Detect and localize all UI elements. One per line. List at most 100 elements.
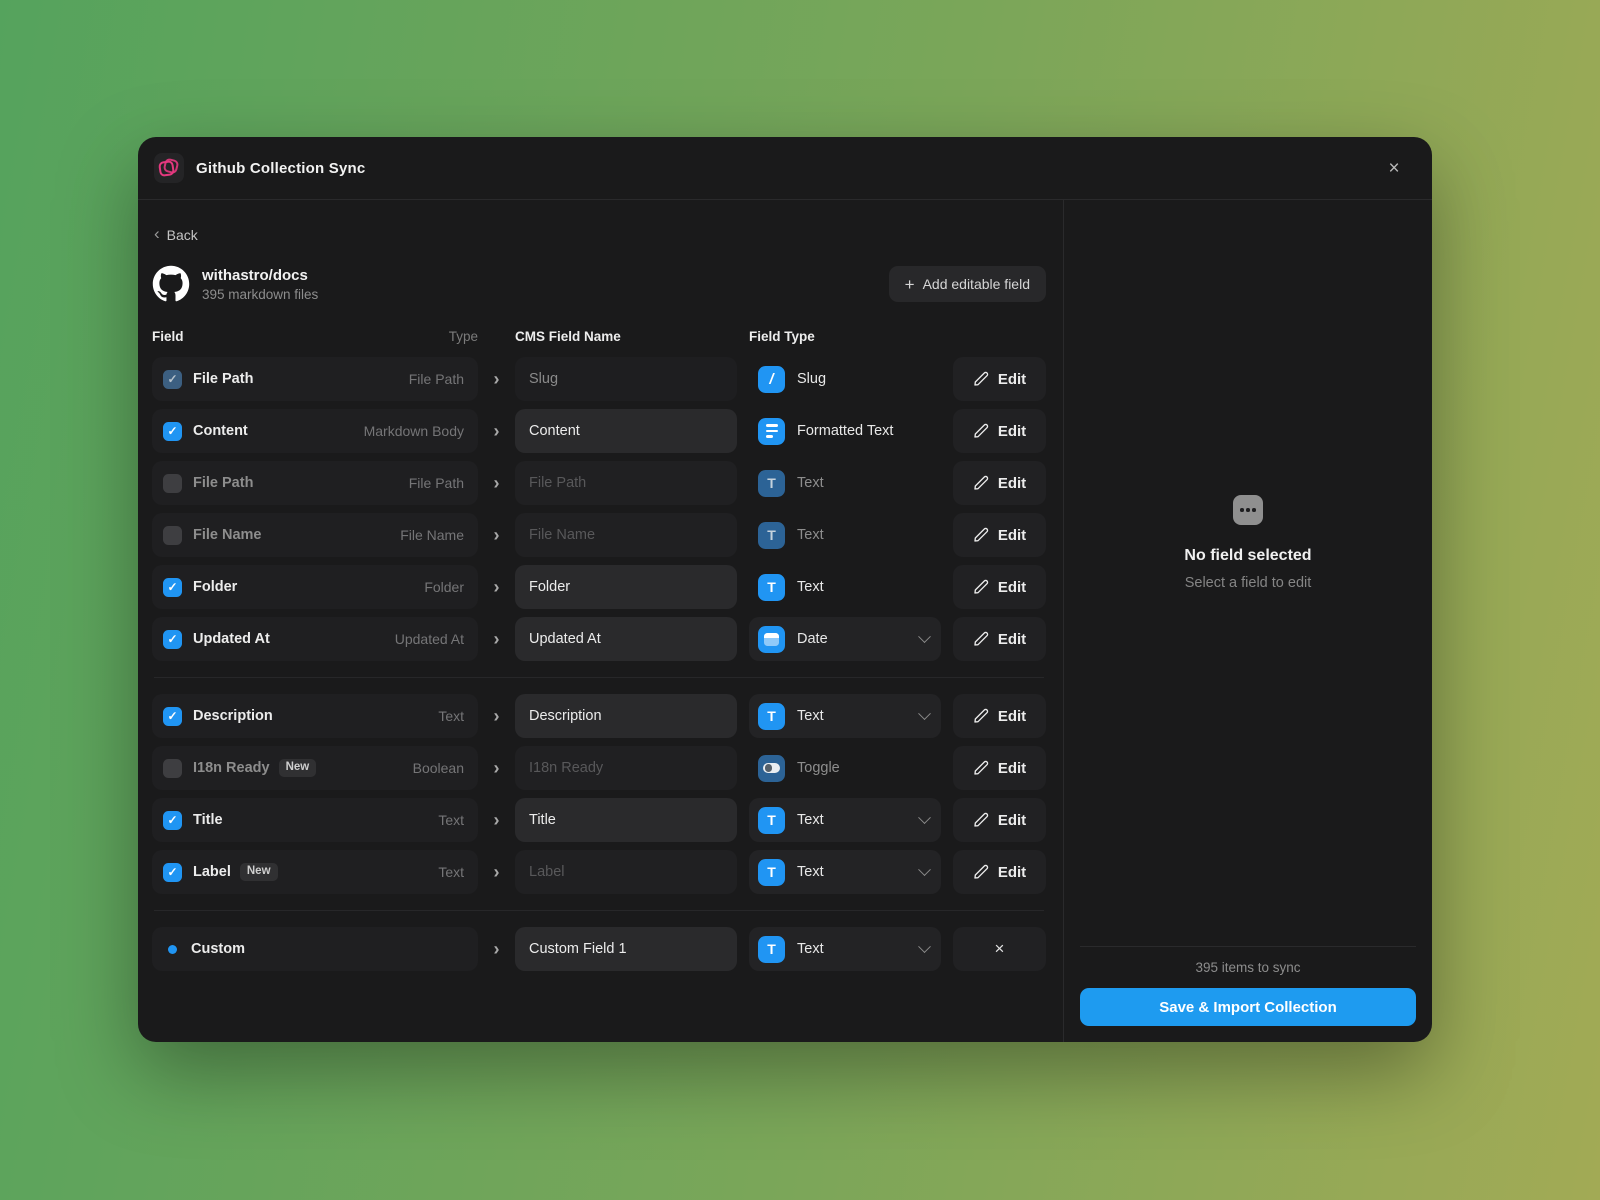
field-type-select[interactable]: TText xyxy=(749,850,941,894)
repo-name: withastro/docs xyxy=(202,267,318,284)
close-icon: × xyxy=(995,939,1005,959)
field-checkbox[interactable]: ✓ xyxy=(163,578,182,597)
field-checkbox[interactable]: ✓ xyxy=(163,863,182,882)
field-cell-folder[interactable]: ✓FolderFolder xyxy=(152,565,478,609)
field-checkbox[interactable] xyxy=(163,759,182,778)
field-type-select[interactable]: T Text xyxy=(749,798,941,842)
modal-header: Github Collection Sync × xyxy=(138,137,1432,200)
edit-button[interactable]: Edit xyxy=(953,409,1046,453)
edit-button[interactable]: Edit xyxy=(953,357,1046,401)
cms-field-name-input[interactable] xyxy=(515,798,737,842)
text-tile: T xyxy=(758,859,785,886)
field-cell-description[interactable]: ✓ Description Text xyxy=(152,694,478,738)
pencil-icon xyxy=(973,371,989,387)
edit-button[interactable]: Edit xyxy=(953,565,1046,609)
field-cell-custom[interactable]: Custom xyxy=(152,927,478,971)
field-type-select[interactable]: T Text xyxy=(749,927,941,971)
edit-button[interactable]: Edit xyxy=(953,461,1046,505)
cms-field-name-input[interactable] xyxy=(515,694,737,738)
source-type-label: Markdown Body xyxy=(364,423,464,439)
text-tile: T xyxy=(758,807,785,834)
field-cell-file-path[interactable]: ✓File PathFile Path xyxy=(152,357,478,401)
row-chevron-icon: › xyxy=(478,630,515,648)
source-type-label: Text xyxy=(438,864,464,880)
field-checkbox[interactable] xyxy=(163,474,182,493)
field-checkbox[interactable]: ✓ xyxy=(163,630,182,649)
source-type-label: Boolean xyxy=(413,760,464,776)
field-label: I18n Ready xyxy=(193,760,270,776)
chevron-down-icon xyxy=(918,863,931,876)
field-label: Custom xyxy=(191,941,245,957)
edit-button[interactable]: Edit xyxy=(953,513,1046,557)
field-type-label: Text xyxy=(797,812,824,828)
field-checkbox[interactable] xyxy=(163,526,182,545)
cms-field-name-input[interactable] xyxy=(515,513,737,557)
field-rows: ✓File PathFile Path›/SlugEdit✓ContentMar… xyxy=(152,357,1046,979)
cms-field-name-input[interactable] xyxy=(515,927,737,971)
save-import-collection-button[interactable]: Save & Import Collection xyxy=(1080,988,1416,1026)
field-row: ✓LabelNewText›TTextEdit xyxy=(152,850,1046,894)
close-icon[interactable]: × xyxy=(1380,154,1408,182)
repo-row: withastro/docs 395 markdown files + Add … xyxy=(152,265,1046,303)
cms-field-name-input[interactable] xyxy=(515,617,737,661)
cms-field-name-input[interactable] xyxy=(515,565,737,609)
back-button[interactable]: ‹ Back xyxy=(154,226,198,243)
remove-custom-field-button[interactable]: × xyxy=(953,927,1046,971)
field-cell-content[interactable]: ✓ Content Markdown Body xyxy=(152,409,478,453)
pencil-icon xyxy=(973,864,989,880)
edit-button[interactable]: Edit xyxy=(953,850,1046,894)
field-label: Title xyxy=(193,812,223,828)
modal-title: Github Collection Sync xyxy=(196,160,365,177)
cms-field-name-input[interactable] xyxy=(515,850,737,894)
back-chevron-icon: ‹ xyxy=(154,225,160,242)
field-type-label: Text xyxy=(797,579,824,595)
field-type-label: Text xyxy=(797,941,824,957)
field-cell-file-path[interactable]: File PathFile Path xyxy=(152,461,478,505)
edit-button[interactable]: Edit xyxy=(953,694,1046,738)
row-chevron-icon: › xyxy=(478,370,515,388)
column-header-field-type: Field Type xyxy=(749,329,953,344)
cms-field-name-input[interactable] xyxy=(515,409,737,453)
text-tile: T xyxy=(758,936,785,963)
edit-button[interactable]: Edit xyxy=(953,617,1046,661)
chevron-down-icon xyxy=(918,630,931,643)
field-checkbox[interactable]: ✓ xyxy=(163,422,182,441)
field-cell-i18n-ready[interactable]: I18n ReadyNewBoolean xyxy=(152,746,478,790)
text-icon: T xyxy=(767,941,776,957)
field-row: ✓ Description Text › TText Edit xyxy=(152,694,1046,738)
field-type-display: /Slug xyxy=(749,357,941,401)
field-type-select[interactable]: Date xyxy=(749,617,941,661)
field-checkbox[interactable]: ✓ xyxy=(163,370,182,389)
field-checkbox[interactable]: ✓ xyxy=(163,707,182,726)
field-cell-label[interactable]: ✓LabelNewText xyxy=(152,850,478,894)
field-cell-title[interactable]: ✓TitleText xyxy=(152,798,478,842)
field-cell-file-name[interactable]: File NameFile Name xyxy=(152,513,478,557)
text-tile: T xyxy=(758,703,785,730)
field-label: Description xyxy=(193,708,273,724)
add-editable-field-button[interactable]: + Add editable field xyxy=(889,266,1046,302)
source-type-label: Text xyxy=(438,708,464,724)
field-type-label: Slug xyxy=(797,371,826,387)
field-type-label: Text xyxy=(797,475,824,491)
edit-button[interactable]: Edit xyxy=(953,798,1046,842)
field-checkbox[interactable]: ✓ xyxy=(163,811,182,830)
field-label: Content xyxy=(193,423,248,439)
edit-button[interactable]: Edit xyxy=(953,746,1046,790)
cms-field-name-input[interactable] xyxy=(515,461,737,505)
section-divider xyxy=(154,677,1044,678)
field-row: File PathFile Path›TTextEdit xyxy=(152,461,1046,505)
row-chevron-icon: › xyxy=(478,578,515,596)
text-tile: T xyxy=(758,574,785,601)
ellipsis-icon xyxy=(1233,495,1263,525)
text-icon: T xyxy=(767,475,776,491)
text-icon: T xyxy=(767,864,776,880)
cms-field-name-input[interactable] xyxy=(515,357,737,401)
cms-field-name-input[interactable] xyxy=(515,746,737,790)
empty-state-title: No field selected xyxy=(1184,547,1311,565)
row-chevron-icon: › xyxy=(478,707,515,725)
field-type-select[interactable]: TText xyxy=(749,694,941,738)
field-label: Folder xyxy=(193,579,237,595)
add-field-label: Add editable field xyxy=(923,276,1030,292)
field-cell-updated-at[interactable]: ✓Updated AtUpdated At xyxy=(152,617,478,661)
toggle-icon xyxy=(763,763,780,774)
